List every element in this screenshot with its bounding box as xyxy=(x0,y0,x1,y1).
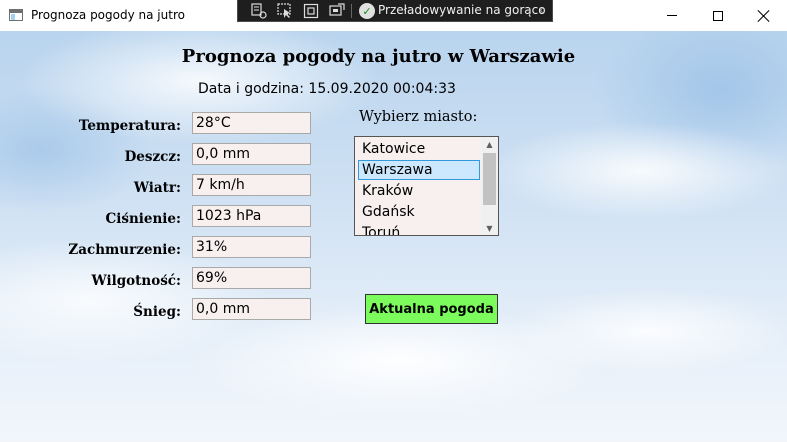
temperature-label: Temperatura: xyxy=(78,118,181,134)
cloudiness-field[interactable]: 31% xyxy=(192,236,311,258)
city-item-warszawa[interactable]: Warszawa xyxy=(358,160,480,180)
city-item-torun[interactable]: Toruń xyxy=(358,223,480,235)
live-visual-tree-icon[interactable] xyxy=(251,3,267,19)
humidity-label: Wilgotność: xyxy=(91,273,181,289)
app-window-icon xyxy=(9,9,23,21)
scroll-down-arrow-icon[interactable]: ▼ xyxy=(481,221,498,235)
wind-label: Wiatr: xyxy=(133,180,181,196)
minimize-button[interactable] xyxy=(649,0,695,31)
close-button[interactable] xyxy=(741,0,787,31)
rain-label: Deszcz: xyxy=(124,149,181,165)
collapse-toolbar-chevron-icon[interactable]: ‹ xyxy=(539,3,544,17)
pressure-label: Ciśnienie: xyxy=(105,211,181,227)
minimize-icon xyxy=(667,15,677,16)
wind-field[interactable]: 7 km/h xyxy=(192,174,311,196)
maximize-button[interactable] xyxy=(695,0,741,31)
window-title: Prognoza pogody na jutro xyxy=(31,8,185,22)
hot-reload-check-icon: ✓ xyxy=(359,3,375,19)
display-layout-adorners-icon[interactable] xyxy=(303,3,319,19)
temperature-field[interactable]: 28°C xyxy=(192,112,311,134)
city-item-krakow[interactable]: Kraków xyxy=(358,181,480,201)
scroll-thumb[interactable] xyxy=(483,153,496,205)
current-weather-button[interactable]: Aktualna pogoda xyxy=(365,294,498,324)
city-picker-label: Wybierz miasto: xyxy=(359,109,478,125)
close-icon xyxy=(758,10,770,22)
snow-label: Śnieg: xyxy=(133,304,181,320)
city-listbox[interactable]: Katowice Warszawa Kraków Gdańsk Toruń ▲ … xyxy=(354,136,499,236)
city-item-katowice[interactable]: Katowice xyxy=(358,139,480,159)
page-title: Prognoza pogody na jutro w Warszawie xyxy=(181,46,576,67)
select-element-icon[interactable] xyxy=(277,3,293,19)
hot-reload-status[interactable]: Przeładowywanie na gorąco xyxy=(378,3,546,17)
scroll-up-arrow-icon[interactable]: ▲ xyxy=(481,137,498,151)
datetime-label: Data i godzina: 15.09.2020 00:04:33 xyxy=(198,81,456,97)
main-content: Prognoza pogody na jutro w Warszawie Dat… xyxy=(0,31,787,442)
cloudiness-label: Zachmurzenie: xyxy=(68,242,181,258)
humidity-field[interactable]: 69% xyxy=(192,267,311,289)
track-focused-element-icon[interactable] xyxy=(329,3,345,19)
city-list-scrollbar[interactable]: ▲ ▼ xyxy=(481,137,498,235)
pressure-field[interactable]: 1023 hPa xyxy=(192,205,311,227)
rain-field[interactable]: 0,0 mm xyxy=(192,143,311,165)
snow-field[interactable]: 0,0 mm xyxy=(192,298,311,320)
debug-toolbar: ✓ Przeładowywanie na gorąco ‹ xyxy=(237,0,553,22)
toolbar-separator xyxy=(351,4,352,18)
city-item-gdansk[interactable]: Gdańsk xyxy=(358,202,480,222)
maximize-icon xyxy=(713,10,723,21)
